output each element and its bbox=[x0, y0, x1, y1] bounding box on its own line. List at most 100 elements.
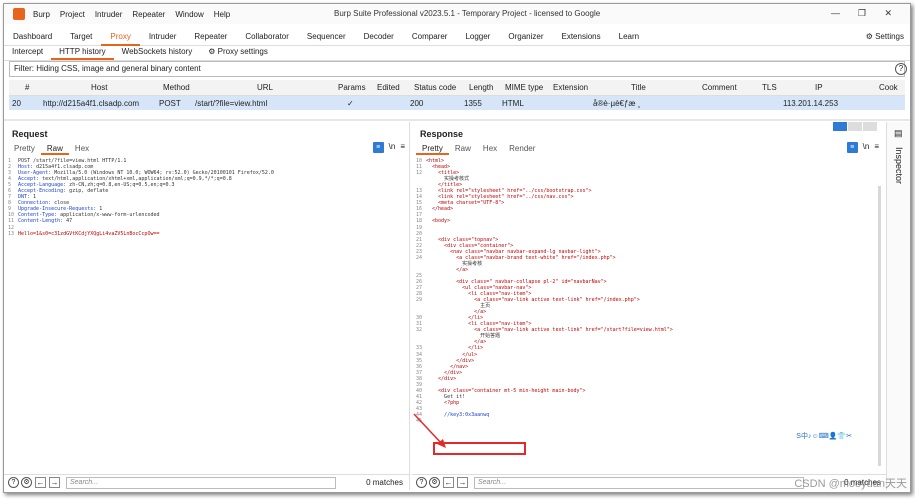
gear-icon: ⚙ bbox=[865, 32, 873, 41]
ime-toolbar: S中♪☺⌨👤👕✂ bbox=[796, 433, 852, 440]
line-text: </a> bbox=[426, 266, 469, 273]
tab-sequencer[interactable]: Sequencer bbox=[298, 28, 355, 46]
line-text: </div> bbox=[426, 375, 457, 382]
panel-splitter[interactable] bbox=[4, 119, 910, 121]
menu-window[interactable]: Window bbox=[175, 10, 203, 19]
response-title: Response bbox=[420, 129, 464, 139]
menu-icon[interactable]: ≡ bbox=[874, 142, 879, 153]
help-icon[interactable]: ? bbox=[8, 477, 19, 488]
request-tab-raw[interactable]: Raw bbox=[40, 143, 69, 155]
col-method[interactable]: Method bbox=[163, 83, 190, 92]
tab-http-history[interactable]: HTTP history bbox=[51, 44, 114, 60]
request-panel: Request Pretty Raw Hex ≡ \n ≡ 1 POST /sta… bbox=[4, 122, 410, 490]
burp-logo-icon bbox=[13, 8, 25, 20]
menu-intruder[interactable]: Intruder bbox=[95, 10, 123, 19]
history-table-header: # Host Method URL Params Edited Status c… bbox=[9, 80, 905, 96]
response-editor[interactable]: 10 <html> 11 <head> 12 <title> 实操考核式 </titl… bbox=[416, 158, 673, 424]
tab-extensions[interactable]: Extensions bbox=[552, 28, 609, 46]
line-text: Content-Length: 47 bbox=[18, 218, 73, 225]
tab-organizer[interactable]: Organizer bbox=[499, 28, 552, 46]
line-text: Hello=1&s0=c31zdGVtKCdjYXQgLi4vaZV5LnBoc… bbox=[18, 230, 160, 237]
tab-learn[interactable]: Learn bbox=[610, 28, 648, 46]
menu-burp[interactable]: Burp bbox=[33, 10, 50, 19]
tab-intruder[interactable]: Intruder bbox=[140, 28, 186, 46]
response-tab-pretty[interactable]: Pretty bbox=[416, 143, 449, 155]
inspector-sidebar[interactable]: ▤ Inspector bbox=[886, 122, 910, 490]
col-tls[interactable]: TLS bbox=[762, 83, 777, 92]
tab-websockets-history[interactable]: WebSockets history bbox=[114, 44, 201, 60]
col-title[interactable]: Title bbox=[631, 83, 646, 92]
col-comment[interactable]: Comment bbox=[702, 83, 737, 92]
tab-decoder[interactable]: Decoder bbox=[355, 28, 403, 46]
burp-window: Burp Project Intruder Repeater Window He… bbox=[3, 3, 911, 493]
back-arrow-icon[interactable]: ← bbox=[443, 477, 454, 488]
proxy-sub-tabs: Intercept HTTP history WebSockets histor… bbox=[4, 44, 910, 61]
tab-intercept[interactable]: Intercept bbox=[4, 44, 51, 60]
row-params-check: ✓ bbox=[347, 99, 354, 108]
settings-button[interactable]: ⚙ Settings bbox=[866, 32, 904, 41]
proxy-settings-button[interactable]: ⚙ Proxy settings bbox=[200, 44, 276, 60]
settings-gear-icon[interactable]: ⚙ bbox=[21, 477, 32, 488]
back-arrow-icon[interactable]: ← bbox=[35, 477, 46, 488]
settings-gear-icon[interactable]: ⚙ bbox=[429, 477, 440, 488]
tab-dashboard[interactable]: Dashboard bbox=[4, 28, 61, 46]
response-scrollbar[interactable] bbox=[878, 186, 881, 466]
table-row[interactable]: 20 http://d215a4f1.clsadp.com POST /star… bbox=[9, 96, 905, 110]
col-extension[interactable]: Extension bbox=[553, 83, 588, 92]
request-line: 13 Hello=1&s0=c31zdGVtKCdjYXQgLi4vaZV5LnB… bbox=[8, 231, 274, 237]
filter-bar[interactable]: Filter: Hiding CSS, image and general bi… bbox=[9, 61, 905, 77]
close-icon[interactable]: ✕ bbox=[884, 8, 892, 19]
col-ip[interactable]: IP bbox=[815, 83, 823, 92]
request-tab-hex[interactable]: Hex bbox=[69, 143, 95, 155]
request-tab-pretty[interactable]: Pretty bbox=[8, 143, 41, 155]
menu-icon[interactable]: ≡ bbox=[400, 142, 405, 153]
help-icon[interactable]: ? bbox=[895, 63, 907, 75]
gear-icon: ⚙ bbox=[208, 47, 216, 56]
request-editor[interactable]: 1 POST /start/?file=view.html HTTP/1.1 2 Ho… bbox=[8, 158, 274, 237]
col-cookies[interactable]: Cook bbox=[879, 83, 898, 92]
layout-split-icon[interactable] bbox=[833, 122, 847, 131]
menu-repeater[interactable]: Repeater bbox=[132, 10, 165, 19]
newline-toggle-icon[interactable]: \n bbox=[389, 142, 396, 153]
col-num[interactable]: # bbox=[25, 83, 29, 92]
proxy-settings-label: Proxy settings bbox=[217, 47, 268, 56]
response-line: 45 bbox=[416, 418, 673, 424]
request-search-input[interactable]: Search... bbox=[66, 476, 336, 489]
col-length[interactable]: Length bbox=[469, 83, 493, 92]
inspector-label: Inspector bbox=[894, 147, 904, 185]
forward-arrow-icon[interactable]: → bbox=[49, 477, 60, 488]
row-mime: HTML bbox=[502, 99, 524, 108]
help-icon[interactable]: ? bbox=[416, 477, 427, 488]
layout-horizontal-icon[interactable] bbox=[848, 122, 862, 131]
tab-repeater[interactable]: Repeater bbox=[185, 28, 236, 46]
minimize-icon[interactable]: — bbox=[831, 8, 840, 18]
newline-toggle-icon[interactable]: \n bbox=[863, 142, 870, 153]
col-host[interactable]: Host bbox=[91, 83, 107, 92]
wrap-lines-icon[interactable]: ≡ bbox=[846, 142, 858, 153]
tab-target[interactable]: Target bbox=[61, 28, 101, 46]
annotation-arrow bbox=[413, 413, 446, 448]
tab-collaborator[interactable]: Collaborator bbox=[236, 28, 298, 46]
col-url[interactable]: URL bbox=[257, 83, 273, 92]
row-num: 20 bbox=[12, 99, 21, 108]
response-tabs: Pretty Raw Hex Render bbox=[416, 143, 541, 155]
wrap-lines-icon[interactable]: ≡ bbox=[372, 142, 384, 153]
line-number: 24 bbox=[416, 254, 423, 261]
menu-help[interactable]: Help bbox=[214, 10, 230, 19]
maximize-icon[interactable]: ❐ bbox=[858, 8, 866, 19]
col-status-code[interactable]: Status code bbox=[414, 83, 456, 92]
response-tab-raw[interactable]: Raw bbox=[449, 143, 477, 155]
response-tab-render[interactable]: Render bbox=[503, 143, 541, 155]
tab-logger[interactable]: Logger bbox=[456, 28, 499, 46]
forward-arrow-icon[interactable]: → bbox=[457, 477, 468, 488]
response-search-input[interactable]: Search... bbox=[474, 476, 804, 489]
response-tab-hex[interactable]: Hex bbox=[477, 143, 503, 155]
request-search-bar: ? ⚙ ← → Search... 0 matches bbox=[4, 474, 409, 490]
menu-project[interactable]: Project bbox=[60, 10, 85, 19]
tab-proxy[interactable]: Proxy bbox=[101, 28, 140, 46]
tab-comparer[interactable]: Comparer bbox=[403, 28, 457, 46]
layout-vertical-icon[interactable] bbox=[863, 122, 877, 131]
col-edited[interactable]: Edited bbox=[377, 83, 400, 92]
col-mime-type[interactable]: MIME type bbox=[505, 83, 543, 92]
col-params[interactable]: Params bbox=[338, 83, 366, 92]
